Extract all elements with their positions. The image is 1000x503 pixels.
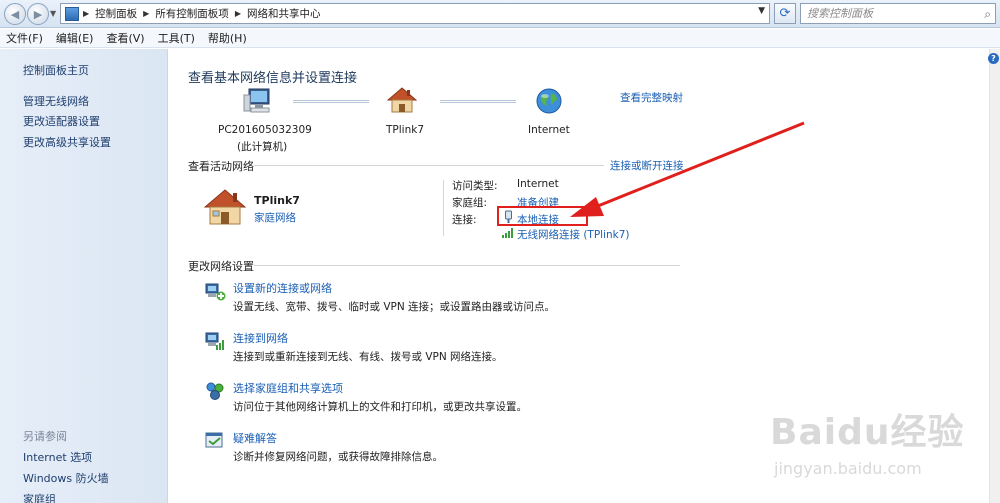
active-networks-title: 查看活动网络 bbox=[188, 160, 254, 173]
wireless-connection-link[interactable]: 无线网络连接 (TPlink7) bbox=[517, 227, 630, 242]
vertical-divider bbox=[443, 180, 444, 236]
wireless-signal-icon bbox=[502, 228, 513, 238]
control-panel-icon bbox=[65, 6, 79, 21]
chevron-right-icon[interactable]: ▶ bbox=[235, 9, 241, 18]
chevron-right-icon[interactable]: ▶ bbox=[143, 9, 149, 18]
task-setup-connection-link[interactable]: 设置新的连接或网络 bbox=[233, 280, 332, 296]
breadcrumb-all-items[interactable]: 所有控制面板项 bbox=[155, 6, 229, 21]
view-full-map-link[interactable]: 查看完整映射 bbox=[620, 90, 683, 105]
menu-view[interactable]: 查看(V) bbox=[106, 30, 144, 46]
change-settings-title: 更改网络设置 bbox=[188, 260, 254, 273]
task-troubleshoot-desc: 诊断并修复网络问题，或获得故障排除信息。 bbox=[233, 451, 443, 463]
network-type-link[interactable]: 家庭网络 bbox=[254, 210, 296, 225]
map-network-name[interactable]: TPlink7 bbox=[386, 124, 424, 136]
task-troubleshoot-link[interactable]: 疑难解答 bbox=[233, 430, 277, 446]
address-field[interactable]: ▶ 控制面板 ▶ 所有控制面板项 ▶ 网络和共享中心 ▼ bbox=[60, 3, 770, 24]
history-dropdown-icon[interactable]: ▼ bbox=[50, 9, 56, 18]
task-homegroup-link[interactable]: 选择家庭组和共享选项 bbox=[233, 380, 343, 396]
breadcrumb-control-panel[interactable]: 控制面板 bbox=[95, 6, 137, 21]
menu-tools[interactable]: 工具(T) bbox=[158, 30, 195, 46]
connection-line bbox=[293, 100, 369, 103]
homegroup-sharing-icon bbox=[206, 382, 224, 400]
sidebar: 控制面板主页 管理无线网络 更改适配器设置 更改高级共享设置 另请参阅 Inte… bbox=[0, 49, 168, 503]
menu-file[interactable]: 文件(F) bbox=[6, 30, 43, 46]
search-placeholder: 搜索控制面板 bbox=[807, 7, 873, 20]
breadcrumb-network-center[interactable]: 网络和共享中心 bbox=[247, 6, 321, 21]
see-also-heading: 另请参阅 bbox=[23, 430, 67, 443]
vertical-scrollbar[interactable] bbox=[989, 49, 1000, 503]
see-also-windows-firewall[interactable]: Windows 防火墙 bbox=[23, 470, 109, 486]
help-icon[interactable]: ? bbox=[988, 53, 999, 64]
annotation-arrow-icon bbox=[570, 121, 805, 217]
back-button[interactable]: ◀ bbox=[4, 3, 26, 25]
computer-name: PC201605032309 bbox=[218, 124, 312, 136]
access-type-value: Internet bbox=[517, 178, 559, 190]
sidebar-item-manage-wireless[interactable]: 管理无线网络 bbox=[23, 93, 89, 109]
menu-edit[interactable]: 编辑(E) bbox=[56, 30, 94, 46]
watermark-url: jingyan.baidu.com bbox=[774, 459, 922, 478]
home-network-icon bbox=[387, 87, 417, 113]
task-homegroup-desc: 访问位于其他网络计算机上的文件和打印机，或更改共享设置。 bbox=[233, 401, 527, 413]
search-input[interactable]: 搜索控制面板 ⌕ bbox=[800, 3, 996, 24]
task-setup-connection-desc: 设置无线、宽带、拨号、临时或 VPN 连接；或设置路由器或访问点。 bbox=[233, 301, 556, 313]
refresh-button[interactable]: ⟳ bbox=[774, 3, 796, 24]
troubleshoot-icon bbox=[205, 432, 223, 448]
see-also-internet-options[interactable]: Internet 选项 bbox=[23, 449, 92, 465]
access-type-label: 访问类型: bbox=[452, 180, 498, 192]
address-dropdown-icon[interactable]: ▼ bbox=[758, 6, 765, 16]
task-connect-network-desc: 连接到或重新连接到无线、有线、拨号或 VPN 网络连接。 bbox=[233, 351, 503, 363]
new-connection-icon bbox=[205, 283, 226, 301]
forward-button[interactable]: ▶ bbox=[27, 3, 49, 25]
chevron-right-icon[interactable]: ▶ bbox=[83, 9, 89, 18]
page-title: 查看基本网络信息并设置连接 bbox=[188, 71, 358, 86]
homegroup-label: 家庭组: bbox=[452, 197, 488, 209]
watermark-brand: Baidu经验 bbox=[770, 412, 965, 453]
connect-to-network-icon bbox=[205, 332, 224, 350]
connections-label: 连接: bbox=[452, 214, 477, 226]
sidebar-home-link[interactable]: 控制面板主页 bbox=[23, 62, 89, 78]
menu-help[interactable]: 帮助(H) bbox=[208, 30, 247, 46]
sidebar-item-adapter-settings[interactable]: 更改适配器设置 bbox=[23, 113, 100, 129]
computer-icon bbox=[243, 88, 270, 113]
divider bbox=[254, 265, 680, 266]
internet-globe-icon bbox=[536, 88, 562, 114]
home-network-large-icon bbox=[204, 189, 246, 225]
see-also-homegroup[interactable]: 家庭组 bbox=[23, 491, 56, 503]
active-network-name: TPlink7 bbox=[254, 194, 300, 207]
computer-note: (此计算机) bbox=[237, 141, 288, 153]
sidebar-item-advanced-sharing[interactable]: 更改高级共享设置 bbox=[23, 134, 111, 150]
search-icon[interactable]: ⌕ bbox=[984, 5, 991, 24]
address-bar: ◀ ▶ ▼ ▶ 控制面板 ▶ 所有控制面板项 ▶ 网络和共享中心 ▼ ⟳ 搜索控… bbox=[0, 0, 1000, 28]
menu-bar: 文件(F) 编辑(E) 查看(V) 工具(T) 帮助(H) bbox=[0, 29, 1000, 48]
connection-line bbox=[440, 100, 516, 103]
task-connect-network-link[interactable]: 连接到网络 bbox=[233, 330, 288, 346]
divider bbox=[254, 165, 604, 166]
